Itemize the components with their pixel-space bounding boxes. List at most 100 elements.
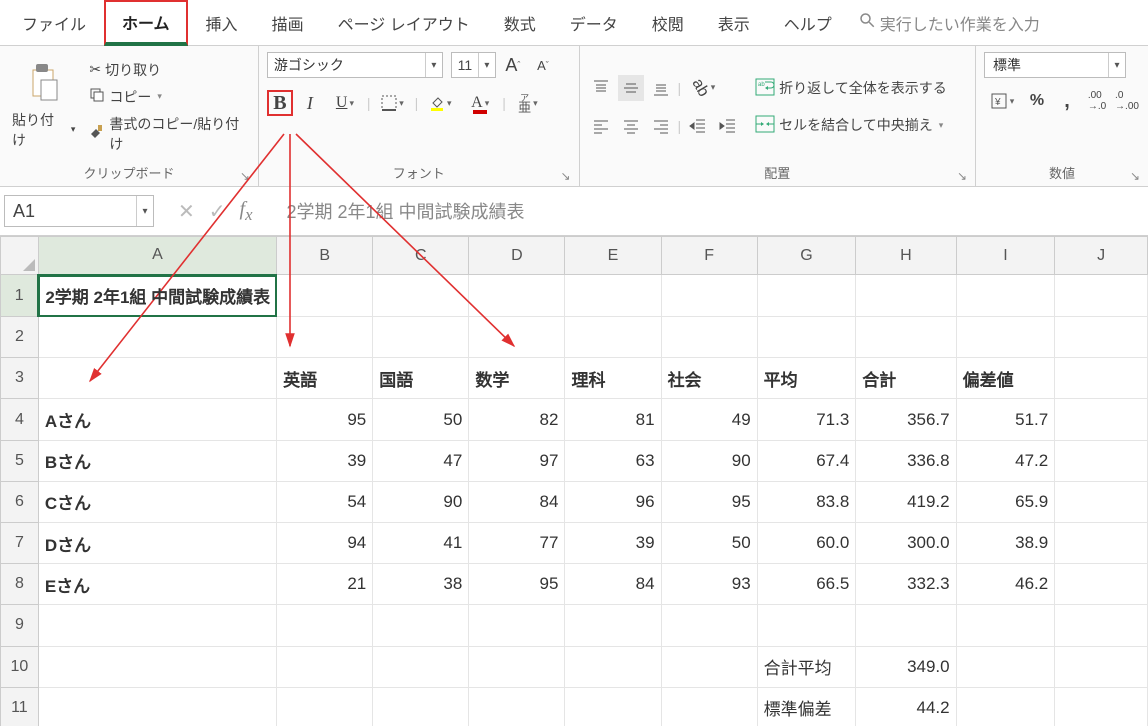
- cell-F6[interactable]: 95: [661, 481, 757, 522]
- cell-D3[interactable]: 数学: [469, 358, 565, 399]
- cell-C4[interactable]: 50: [373, 399, 469, 440]
- cell-H3[interactable]: 合計: [856, 358, 956, 399]
- tab-home[interactable]: ホーム: [104, 0, 188, 46]
- row-header-9[interactable]: 9: [1, 605, 39, 646]
- cell-A2[interactable]: [38, 317, 276, 358]
- cell-D1[interactable]: [469, 275, 565, 317]
- cell-C3[interactable]: 国語: [373, 358, 469, 399]
- cell-C10[interactable]: [373, 646, 469, 687]
- cell-I5[interactable]: 47.2: [956, 440, 1055, 481]
- cell-J11[interactable]: [1055, 687, 1148, 726]
- cell-F10[interactable]: [661, 646, 757, 687]
- cell-I11[interactable]: [956, 687, 1055, 726]
- cell-C5[interactable]: 47: [373, 440, 469, 481]
- tab-file[interactable]: ファイル: [6, 3, 102, 43]
- row-header-10[interactable]: 10: [1, 646, 39, 687]
- cell-A3[interactable]: [38, 358, 276, 399]
- worksheet-grid[interactable]: A B C D E F G H I J 1 2学期 2年1組 中間試験成績表: [0, 236, 1148, 726]
- cell-A9[interactable]: [38, 605, 276, 646]
- name-box[interactable]: A1▾: [4, 195, 154, 227]
- align-center-button[interactable]: [618, 113, 644, 139]
- cell-G8[interactable]: 66.5: [757, 564, 856, 605]
- cell-H2[interactable]: [856, 317, 956, 358]
- cell-I2[interactable]: [956, 317, 1055, 358]
- cell-A5[interactable]: Bさん: [38, 440, 276, 481]
- cell-B2[interactable]: [277, 317, 373, 358]
- cell-C11[interactable]: [373, 687, 469, 726]
- font-name-select[interactable]: 游ゴシック▾: [267, 52, 443, 78]
- cut-button[interactable]: ✂ 切り取り: [85, 58, 250, 82]
- align-left-button[interactable]: [588, 113, 614, 139]
- number-format-select[interactable]: 標準▾: [984, 52, 1126, 78]
- cell-I3[interactable]: 偏差値: [956, 358, 1055, 399]
- accounting-format-button[interactable]: ¥▾: [984, 88, 1020, 114]
- cell-J8[interactable]: [1055, 564, 1148, 605]
- font-size-select[interactable]: 11▾: [451, 52, 496, 78]
- cell-D4[interactable]: 82: [469, 399, 565, 440]
- cell-I6[interactable]: 65.9: [956, 481, 1055, 522]
- tab-layout[interactable]: ページ レイアウト: [322, 3, 486, 43]
- cell-D2[interactable]: [469, 317, 565, 358]
- row-header-7[interactable]: 7: [1, 523, 39, 564]
- cancel-formula-icon[interactable]: ✕: [178, 199, 195, 224]
- cell-F8[interactable]: 93: [661, 564, 757, 605]
- number-launcher[interactable]: ↘: [1130, 169, 1140, 183]
- wrap-text-button[interactable]: ab 折り返して全体を表示する: [751, 76, 951, 101]
- cell-E7[interactable]: 39: [565, 523, 661, 564]
- cell-B11[interactable]: [277, 687, 373, 726]
- copy-button[interactable]: コピー▾: [85, 85, 250, 109]
- cell-J6[interactable]: [1055, 481, 1148, 522]
- row-header-4[interactable]: 4: [1, 399, 39, 440]
- align-top-button[interactable]: [588, 75, 614, 101]
- border-button[interactable]: ▾: [375, 90, 411, 116]
- cell-I1[interactable]: [956, 275, 1055, 317]
- underline-button[interactable]: U▾: [327, 90, 363, 116]
- cell-J10[interactable]: [1055, 646, 1148, 687]
- tab-review[interactable]: 校閲: [636, 3, 700, 43]
- align-bottom-button[interactable]: [648, 75, 674, 101]
- tab-view[interactable]: 表示: [702, 3, 766, 43]
- cell-H1[interactable]: [856, 275, 956, 317]
- cell-G9[interactable]: [757, 605, 856, 646]
- cell-H10[interactable]: 349.0: [856, 646, 956, 687]
- cell-F1[interactable]: [661, 275, 757, 317]
- decrease-decimal-button[interactable]: .0→.00: [1114, 88, 1140, 114]
- cell-F4[interactable]: 49: [661, 399, 757, 440]
- cell-C1[interactable]: [373, 275, 469, 317]
- col-header-J[interactable]: J: [1055, 237, 1148, 275]
- font-color-button[interactable]: A ▾: [462, 90, 498, 116]
- col-header-H[interactable]: H: [856, 237, 956, 275]
- merge-center-button[interactable]: セルを結合して中央揃え▾: [751, 113, 951, 138]
- cell-D11[interactable]: [469, 687, 565, 726]
- cell-A6[interactable]: Cさん: [38, 481, 276, 522]
- font-launcher[interactable]: ↘: [560, 169, 570, 183]
- cell-H11[interactable]: 44.2: [856, 687, 956, 726]
- cell-B5[interactable]: 39: [277, 440, 373, 481]
- tab-draw[interactable]: 描画: [256, 3, 320, 43]
- orientation-button[interactable]: ab▾: [685, 75, 721, 101]
- cell-F3[interactable]: 社会: [661, 358, 757, 399]
- tab-help[interactable]: ヘルプ: [768, 3, 848, 43]
- cell-G10[interactable]: 合計平均: [757, 646, 856, 687]
- cell-I9[interactable]: [956, 605, 1055, 646]
- cell-J7[interactable]: [1055, 523, 1148, 564]
- row-header-5[interactable]: 5: [1, 440, 39, 481]
- align-middle-button[interactable]: [618, 75, 644, 101]
- cell-A1[interactable]: 2学期 2年1組 中間試験成績表: [38, 275, 276, 317]
- cell-D6[interactable]: 84: [469, 481, 565, 522]
- cell-A4[interactable]: Aさん: [38, 399, 276, 440]
- cell-G5[interactable]: 67.4: [757, 440, 856, 481]
- col-header-D[interactable]: D: [469, 237, 565, 275]
- align-right-button[interactable]: [648, 113, 674, 139]
- cell-E2[interactable]: [565, 317, 661, 358]
- cell-G2[interactable]: [757, 317, 856, 358]
- col-header-G[interactable]: G: [757, 237, 856, 275]
- cell-H9[interactable]: [856, 605, 956, 646]
- cell-J1[interactable]: [1055, 275, 1148, 317]
- cell-H4[interactable]: 356.7: [856, 399, 956, 440]
- cell-F5[interactable]: 90: [661, 440, 757, 481]
- paste-icon[interactable]: [27, 62, 61, 105]
- cell-G11[interactable]: 標準偏差: [757, 687, 856, 726]
- cell-F2[interactable]: [661, 317, 757, 358]
- increase-indent-button[interactable]: [715, 113, 741, 139]
